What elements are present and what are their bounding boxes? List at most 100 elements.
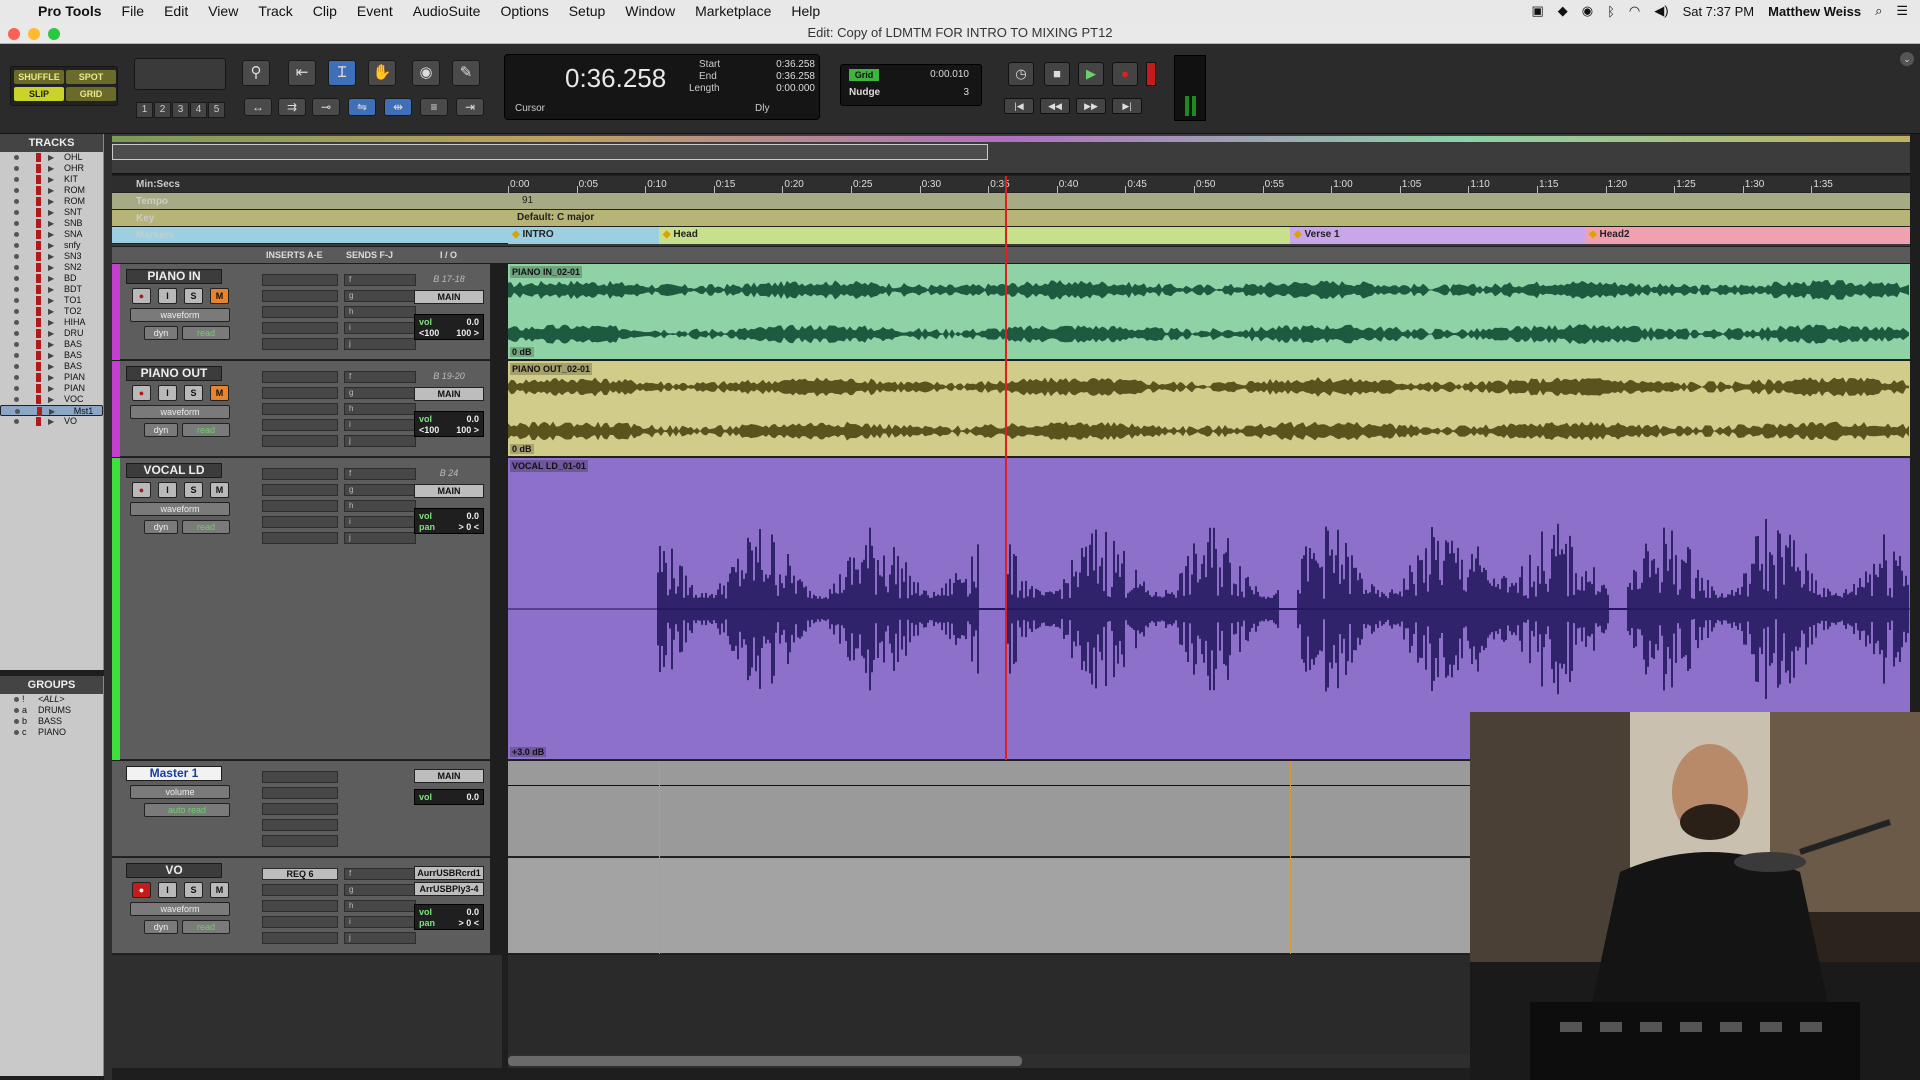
minsecs-ruler[interactable]: Min:Secs 0:00 0:05 0:10 0:15 0:20 0:25 0:30 0:3… (112, 176, 1910, 193)
automation-mode-selector[interactable]: auto read (144, 803, 230, 817)
menu-options[interactable]: Options (490, 3, 558, 19)
automation-mode-selector[interactable]: read (182, 326, 230, 340)
track-piano-out[interactable]: PIANO OUT ● I S M waveform dyn read f g … (112, 361, 490, 457)
track-list-item[interactable]: ▶ SNT (0, 207, 103, 218)
playlist-lane-piano-in[interactable]: PIANO IN_02-01 0 dB (508, 264, 1910, 360)
visibility-icon[interactable] (14, 265, 19, 270)
dly-label[interactable]: Dly (755, 103, 769, 114)
visibility-icon[interactable] (14, 232, 19, 237)
insert-slot[interactable] (262, 468, 338, 480)
input-monitor-button[interactable]: I (158, 882, 177, 898)
insert-slot[interactable] (262, 884, 338, 896)
mirror-midi-icon[interactable]: ⇉ (278, 98, 306, 116)
solo-button[interactable]: S (184, 288, 203, 304)
grid-value[interactable]: 0:00.010 (930, 69, 969, 80)
automation-mode-selector[interactable]: read (182, 920, 230, 934)
track-list-item[interactable]: ▶ BAS (0, 339, 103, 350)
track-view-selector[interactable]: waveform (130, 502, 230, 516)
length-value[interactable]: 0:00.000 (755, 83, 815, 94)
visibility-icon[interactable] (15, 409, 20, 414)
send-slot[interactable]: h (344, 306, 416, 318)
track-name[interactable]: VO (126, 863, 222, 878)
output-selector[interactable]: MAIN (414, 387, 484, 401)
send-slot[interactable]: f (344, 468, 416, 480)
insert-slot[interactable] (262, 835, 338, 847)
meter-value[interactable]: 91 (522, 195, 533, 206)
send-slot[interactable]: g (344, 387, 416, 399)
input-selector[interactable]: AurrUSBRcrd1 (414, 866, 484, 880)
clip-gain[interactable]: +3.0 dB (510, 747, 547, 757)
visibility-icon[interactable] (14, 386, 19, 391)
group-item-bass[interactable]: b BASS (0, 716, 103, 727)
track-master-1[interactable]: Master 1 volume auto read MAIN vol 0.0 (112, 761, 490, 857)
menu-file[interactable]: File (112, 3, 155, 19)
visibility-icon[interactable] (14, 331, 19, 336)
mute-button[interactable]: M (210, 385, 229, 401)
track-list-item[interactable]: ▶ KIT (0, 174, 103, 185)
visibility-icon[interactable] (14, 298, 19, 303)
expand-icon[interactable]: ▶ (48, 328, 54, 339)
insert-slot[interactable] (262, 803, 338, 815)
clip-name[interactable]: VOCAL LD_01-01 (510, 460, 588, 472)
mute-button[interactable]: M (210, 482, 229, 498)
track-name[interactable]: PIANO OUT (126, 366, 222, 381)
expand-icon[interactable]: ▶ (48, 295, 54, 306)
track-list-item[interactable]: ▶ BD (0, 273, 103, 284)
track-list-item[interactable]: ▶ TO2 (0, 306, 103, 317)
expand-icon[interactable]: ▶ (48, 174, 54, 185)
nudge-value[interactable]: 3 (963, 87, 969, 98)
list-icon[interactable]: ☰ (1896, 3, 1908, 19)
toolbar-menu-icon[interactable]: ⌄ (1900, 52, 1914, 66)
expand-icon[interactable]: ▶ (48, 240, 54, 251)
track-view-selector[interactable]: waveform (130, 902, 230, 916)
main-counter-value[interactable]: 0:36.258 (565, 63, 666, 94)
track-name[interactable]: VOCAL LD (126, 463, 222, 478)
key-signature[interactable]: Default: C major (517, 212, 594, 223)
expand-icon[interactable]: ▶ (48, 416, 54, 427)
send-slot[interactable]: h (344, 900, 416, 912)
expand-icon[interactable]: ▶ (48, 229, 54, 240)
expand-icon[interactable]: ▶ (48, 196, 54, 207)
universe-overview[interactable] (112, 134, 1910, 174)
track-list-item[interactable]: ▶ VO (0, 416, 103, 427)
track-piano-in[interactable]: PIANO IN ● I S M waveform dyn read f g h… (112, 264, 490, 360)
mute-button[interactable]: M (210, 288, 229, 304)
zoom-preset-5[interactable]: 5 (208, 102, 225, 118)
visibility-icon[interactable] (14, 364, 19, 369)
visibility-icon[interactable] (14, 353, 19, 358)
visibility-icon[interactable] (14, 375, 19, 380)
clip-gain[interactable]: 0 dB (510, 444, 534, 454)
expand-icon[interactable]: ▶ (48, 185, 54, 196)
grabber-tool-icon[interactable]: ✋ (368, 60, 396, 86)
expand-icon[interactable]: ▶ (48, 251, 54, 262)
volume-icon[interactable]: ◀) (1654, 3, 1668, 19)
clip-name[interactable]: PIANO OUT_02-01 (510, 363, 593, 375)
send-slot[interactable]: h (344, 403, 416, 415)
send-slot[interactable]: g (344, 884, 416, 896)
playhead-cursor[interactable] (1005, 176, 1008, 760)
input-monitor-button[interactable]: I (158, 385, 177, 401)
insert-slot[interactable] (262, 916, 338, 928)
link-track-icon[interactable]: ⇋ (348, 98, 376, 116)
send-slot[interactable]: g (344, 290, 416, 302)
track-list-item[interactable]: ▶ SN3 (0, 251, 103, 262)
expand-icon[interactable]: ▶ (48, 339, 54, 350)
insert-slot[interactable] (262, 371, 338, 383)
expand-icon[interactable]: ▶ (48, 207, 54, 218)
visibility-icon[interactable] (14, 243, 19, 248)
expand-icon[interactable]: ▶ (48, 372, 54, 383)
track-list-item[interactable]: ▶ PIAN (0, 372, 103, 383)
playlist-lane-piano-out[interactable]: PIANO OUT_02-01 0 dB (508, 361, 1910, 457)
visibility-icon[interactable] (14, 210, 19, 215)
expand-icon[interactable]: ▶ (48, 273, 54, 284)
track-list-item[interactable]: ▶ snfy (0, 240, 103, 251)
clip-name[interactable]: PIANO IN_02-01 (510, 266, 583, 278)
key-ruler[interactable]: Key Default: C major (112, 210, 1910, 227)
record-mode-indicator[interactable] (1146, 62, 1156, 86)
solo-button[interactable]: S (184, 385, 203, 401)
menu-clip[interactable]: Clip (303, 3, 347, 19)
track-view-selector[interactable]: waveform (130, 405, 230, 419)
output-selector[interactable]: MAIN (414, 769, 484, 783)
visibility-icon[interactable] (14, 309, 19, 314)
end-value[interactable]: 0:36.258 (755, 71, 815, 82)
